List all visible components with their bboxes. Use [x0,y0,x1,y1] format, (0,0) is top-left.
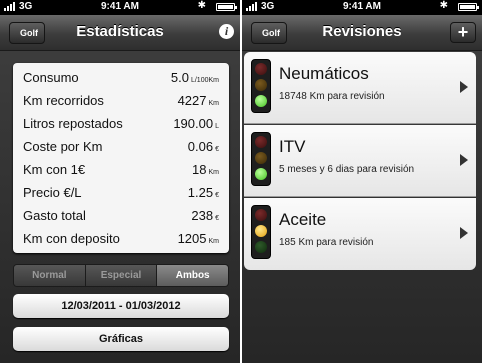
stat-number: 5.0 [170,70,189,85]
stat-row: Precio €/L 1.25 € [23,185,219,207]
chevron-right-icon [460,227,468,239]
red-lamp-icon [255,209,267,221]
stat-row: Km con deposito 1205 Km [23,231,219,253]
traffic-light-icon [251,205,271,259]
stat-label: Precio €/L [23,185,82,200]
stat-row: Km recorridos 4227 Km [23,93,219,115]
stat-label: Consumo [23,70,79,85]
bluetooth-icon: ✱ [197,0,206,11]
stat-value: 190.00 L [173,116,219,131]
green-lamp-icon [255,95,267,107]
stat-unit: € [215,215,219,222]
chevron-right-icon [460,154,468,166]
stat-row: Km con 1€ 18 Km [23,162,219,184]
revision-subtitle: 18748 Km para revisión [279,91,385,102]
traffic-light-icon [251,132,271,186]
filter-segmented-control: Normal Especial Ambos [13,264,229,287]
red-lamp-icon [255,63,267,75]
stat-unit: Km [208,238,220,245]
stat-value: 1.25 € [188,185,219,200]
nav-bar: Golf Revisiones + [242,15,482,51]
bluetooth-icon: ✱ [439,0,448,11]
segment-ambos[interactable]: Ambos [157,265,228,286]
stat-number: 190.00 [173,116,214,131]
page-title: Estadísticas [76,23,164,40]
revision-item[interactable]: ITV 5 meses y 6 dias para revisión [244,125,476,197]
stat-unit: Km [208,169,220,176]
statistics-screen: 3G 9:41 AM ✱ Golf Estadísticas i Consumo… [0,0,240,363]
plus-icon: + [457,22,469,42]
stat-number: 18 [192,162,207,177]
segment-normal[interactable]: Normal [14,265,86,286]
stat-value: 4227 Km [178,93,219,108]
stat-unit: Km [208,100,220,107]
stat-unit: € [215,146,219,153]
page-title: Revisiones [322,23,402,40]
stat-value: 18 Km [192,162,219,177]
stat-unit: L [215,123,219,130]
stats-card: Consumo 5.0 L/100Km Km recorridos 4227 Km Litr… [13,63,229,253]
stat-label: Km recorridos [23,93,104,108]
segment-especial[interactable]: Especial [85,265,158,286]
info-icon[interactable]: i [219,24,234,39]
status-bar: 3G 9:41 AM ✱ [242,0,482,15]
stat-unit: € [215,192,219,199]
stat-value: 5.0 L/100Km [171,70,219,85]
stat-label: Km con 1€ [23,162,86,177]
stat-value: 0.06 € [188,139,219,154]
date-range-button[interactable]: 12/03/2011 - 01/03/2012 [13,294,229,318]
stat-number: 4227 [177,93,207,108]
charts-button[interactable]: Gráficas [13,327,229,351]
stat-number: 0.06 [187,139,214,154]
stat-value: 238 € [191,208,219,223]
status-bar: 3G 9:41 AM ✱ [0,0,240,15]
stat-row: Coste por Km 0.06 € [23,139,219,161]
stat-value: 1205 Km [178,231,219,246]
stat-row: Litros repostados 190.00 L [23,116,219,138]
stat-number: 1.25 [187,185,214,200]
chevron-right-icon [460,81,468,93]
stat-unit: L/100Km [190,77,219,84]
revision-subtitle: 5 meses y 6 dias para revisión [279,164,415,175]
revision-item[interactable]: Neumáticos 18748 Km para revisión [244,52,476,124]
stat-row: Consumo 5.0 L/100Km [23,70,219,92]
battery-icon [216,3,237,11]
amber-lamp-icon [255,79,267,91]
stat-label: Gasto total [23,208,86,223]
green-lamp-icon [255,241,267,253]
red-lamp-icon [255,136,267,148]
revision-item[interactable]: Aceite 185 Km para revisión [244,198,476,270]
stat-label: Litros repostados [23,116,123,131]
battery-icon [458,3,479,11]
revision-title: ITV [279,137,306,156]
nav-bar: Golf Estadísticas i [0,15,240,51]
stat-row: Gasto total 238 € [23,208,219,230]
traffic-light-icon [251,59,271,113]
green-lamp-icon [255,168,267,180]
revision-title: Aceite [279,210,327,229]
revision-title: Neumáticos [279,64,369,83]
add-revision-button[interactable]: + [450,22,476,43]
stat-number: 1205 [177,231,207,246]
stat-label: Km con deposito [23,231,120,246]
stat-label: Coste por Km [23,139,103,154]
amber-lamp-icon [255,225,267,237]
revision-subtitle: 185 Km para revisión [279,237,374,248]
amber-lamp-icon [255,152,267,164]
stat-number: 238 [191,208,214,223]
